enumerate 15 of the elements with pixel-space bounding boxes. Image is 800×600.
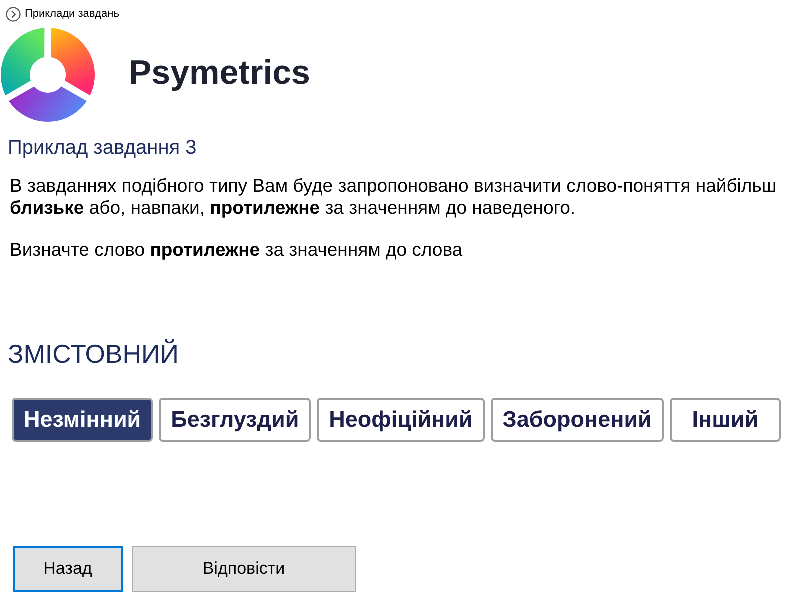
task-title: Приклад завдання 3 [8,136,198,160]
answer-option[interactable]: Безглуздий [159,398,312,442]
back-button[interactable]: Назад [13,546,123,592]
answer-option[interactable]: Інший [670,398,781,442]
answer-option[interactable]: Заборонений [490,398,664,442]
brand-name: Psymetrics [129,54,310,92]
answer-option[interactable]: Незмінний [12,398,154,442]
chevron-right-icon [6,7,21,22]
task-description: В завданнях подібного типу Вам буде запропоновано визначити слово-поняття найбільш близьке або, навпаки, протилежне за значенням до наведеного. [10,175,778,219]
examples-link[interactable]: Приклади завдань [6,7,120,22]
task-instruction: Визначте слово протилежне за значенням до слова [10,239,464,261]
target-word: ЗМІСТОВНИЙ [8,339,180,369]
answer-option[interactable]: Неофіційний [317,398,485,442]
answer-button[interactable]: Відповісти [132,546,356,592]
ring-logo-icon [1,28,96,122]
